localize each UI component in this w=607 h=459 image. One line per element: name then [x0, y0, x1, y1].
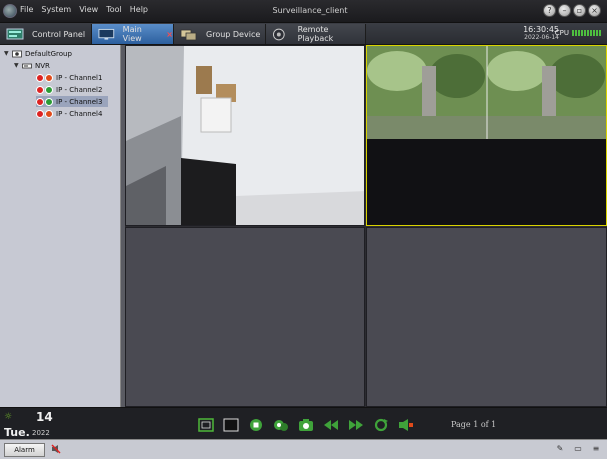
window-mode-icon[interactable]: ▭: [573, 444, 583, 454]
tab-main-view[interactable]: Main View ×: [92, 24, 174, 44]
talk-icon[interactable]: [273, 417, 289, 432]
help-icon[interactable]: ?: [543, 4, 556, 17]
options-icon[interactable]: ≡: [591, 444, 601, 454]
weather-icon: ☼: [4, 412, 13, 422]
tree-channel-4[interactable]: IP - Channel4: [36, 108, 108, 119]
camera-feed-outdoor: [367, 46, 606, 225]
tree-channel-label: IP - Channel2: [56, 85, 103, 94]
calendar-year: 2022: [32, 429, 50, 437]
device-tree-panel: ▼ DefaultGroup ▼ NVR IP - Channel1 IP - …: [0, 45, 121, 407]
camera-feed-indoor: [126, 46, 364, 225]
playback-icon: [272, 28, 285, 40]
video-cell-4[interactable]: [366, 227, 607, 407]
monitor-icon: [98, 28, 115, 40]
tree-channel-3[interactable]: IP - Channel3: [36, 96, 108, 107]
menu-view[interactable]: View: [79, 5, 98, 14]
status-bar-tools: ✎ ▭ ≡: [547, 444, 601, 454]
video-cell-1[interactable]: [125, 45, 365, 226]
tree-device-label: NVR: [35, 61, 50, 70]
alarm-mute-icon[interactable]: [51, 444, 61, 454]
tree-device-nvr[interactable]: ▼ NVR: [14, 60, 50, 71]
tree-channel-label: IP - Channel3: [56, 97, 103, 106]
tab-bar: Control Panel Main View × Group Device R…: [0, 23, 607, 45]
snapshot-icon[interactable]: [298, 417, 314, 432]
record-status-icon: [36, 109, 44, 118]
record-status-icon: [36, 73, 44, 82]
app-window: File System View Tool Help Surveillance_…: [0, 0, 607, 459]
menu-tool[interactable]: Tool: [106, 5, 122, 14]
alarm-button[interactable]: Alarm: [4, 443, 45, 457]
camera-online-icon: [45, 97, 53, 106]
calendar-weekday: Tue.: [4, 426, 30, 439]
page-indicator: Page 1 of 1: [451, 420, 497, 429]
title-bar: File System View Tool Help Surveillance_…: [0, 0, 607, 23]
app-logo-icon: [3, 4, 17, 18]
tree-group-label: DefaultGroup: [25, 49, 72, 58]
window-title: Surveillance_client: [272, 6, 348, 15]
fullscreen-icon[interactable]: [198, 417, 214, 432]
clock-date: 2022-06-14: [524, 34, 559, 41]
next-page-icon[interactable]: [348, 417, 364, 432]
nvr-icon: [22, 63, 32, 68]
group-device-icon: [180, 29, 197, 40]
restore-icon[interactable]: ▫: [573, 4, 586, 17]
record-status-icon: [36, 97, 44, 106]
tab-remote-playback[interactable]: Remote Playback: [266, 24, 366, 44]
tree-channel-label: IP - Channel1: [56, 73, 103, 82]
camera-online-icon: [45, 85, 53, 94]
cpu-label: CPU: [554, 29, 569, 37]
previous-page-icon[interactable]: [323, 417, 339, 432]
tree-group-default[interactable]: ▼ DefaultGroup: [4, 48, 72, 59]
playback-toolbar: ☼ 14 Tue. 2022 Page 1 of 1: [0, 407, 607, 439]
status-bar: Alarm ✎ ▭ ≡: [0, 439, 607, 459]
tree-channel-2[interactable]: IP - Channel2: [36, 84, 108, 95]
close-tab-icon[interactable]: ×: [166, 30, 173, 39]
record-status-icon: [36, 85, 44, 94]
video-cell-3[interactable]: [125, 227, 365, 407]
tab-control-panel[interactable]: Control Panel: [0, 24, 92, 44]
video-cell-2-selected[interactable]: [366, 45, 607, 226]
tab-main-view-label: Main View: [122, 25, 142, 43]
tab-group-device[interactable]: Group Device: [174, 24, 266, 44]
group-icon: [12, 50, 22, 57]
camera-offline-icon: [45, 109, 53, 118]
calendar-widget: ☼ 14 Tue. 2022: [2, 410, 54, 439]
stop-all-icon[interactable]: [223, 417, 239, 432]
tab-control-panel-label: Control Panel: [32, 29, 86, 39]
window-controls: ? – ▫ ×: [541, 4, 601, 17]
tab-remote-playback-label: Remote Playback: [297, 25, 334, 43]
minimize-icon[interactable]: –: [558, 4, 571, 17]
edit-icon[interactable]: ✎: [555, 444, 565, 454]
control-panel-icon: [6, 28, 24, 39]
cycle-icon[interactable]: [373, 417, 389, 432]
clock: 16:30:45 2022-06-14: [523, 25, 559, 41]
clock-time: 16:30:45: [523, 25, 559, 34]
close-icon[interactable]: ×: [588, 4, 601, 17]
expander-icon[interactable]: ▼: [4, 50, 12, 57]
expander-icon[interactable]: ▼: [14, 62, 22, 69]
camera-offline-icon: [45, 73, 53, 82]
video-grid: [125, 45, 607, 407]
calendar-day: 14: [36, 410, 53, 424]
menu-system[interactable]: System: [41, 5, 71, 14]
menu-bar: File System View Tool Help: [20, 5, 156, 14]
tab-group-device-label: Group Device: [206, 29, 261, 39]
cpu-usage-bars: [571, 30, 601, 36]
volume-icon[interactable]: [398, 417, 414, 432]
tree-channel-label: IP - Channel4: [56, 109, 103, 118]
view-tools: [198, 417, 423, 432]
menu-help[interactable]: Help: [130, 5, 148, 14]
tree-channel-1[interactable]: IP - Channel1: [36, 72, 108, 83]
cpu-meter: CPU: [555, 29, 601, 37]
menu-file[interactable]: File: [20, 5, 33, 14]
record-icon[interactable]: [248, 417, 264, 432]
